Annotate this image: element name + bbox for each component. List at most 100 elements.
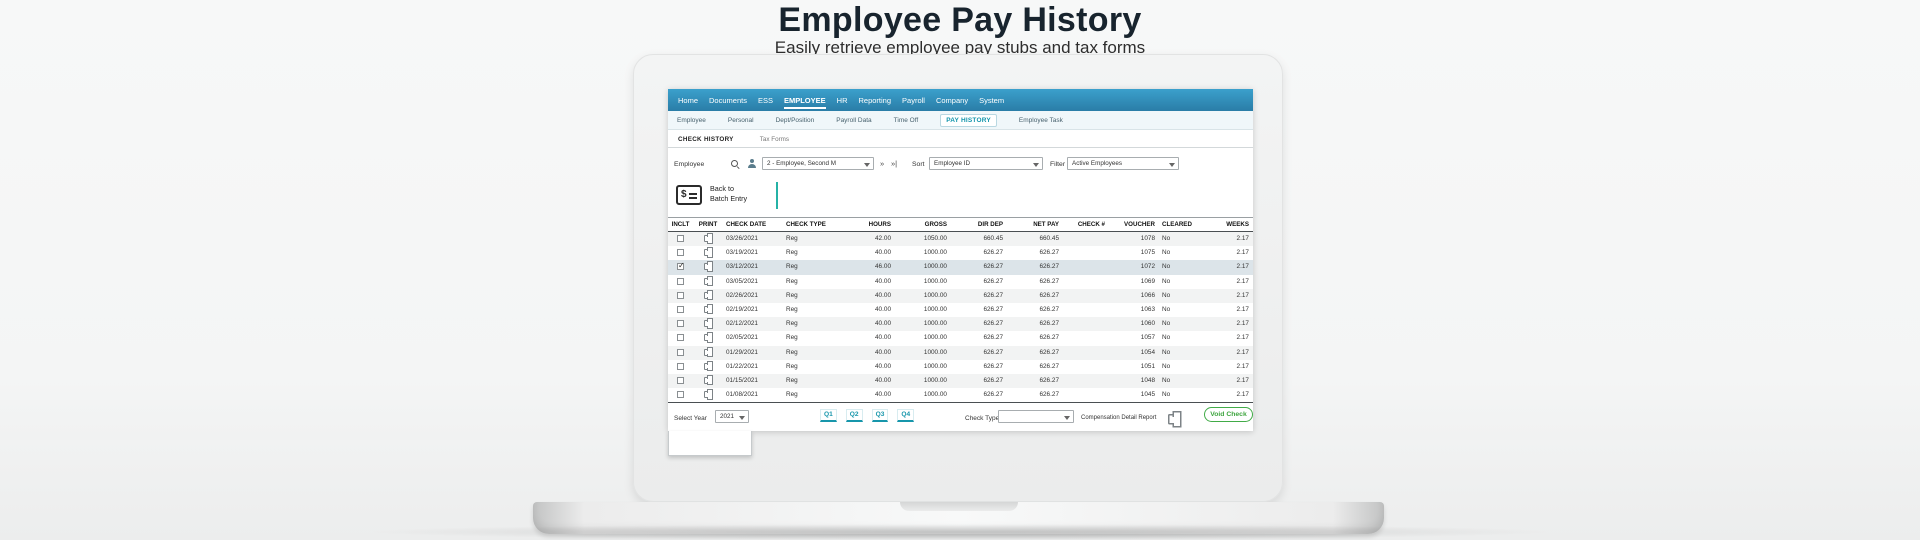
column-header-weeks[interactable]: WEEKS xyxy=(1203,218,1253,232)
cell-voucher: 1054 xyxy=(1109,346,1159,360)
employee-lookup-icon[interactable] xyxy=(747,159,756,169)
nav-item-system[interactable]: System xyxy=(979,96,1004,105)
cell-check-type: Reg xyxy=(783,275,845,289)
cell-gross: 1000.00 xyxy=(895,275,951,289)
cell-check-no xyxy=(1063,303,1109,317)
print-cell xyxy=(693,331,723,345)
include-checkbox[interactable] xyxy=(677,334,684,341)
cell-net-pay: 626.27 xyxy=(1007,275,1063,289)
table-row[interactable]: 03/12/2021Reg46.001000.00626.27626.27107… xyxy=(668,260,1253,274)
quarter-link-q3[interactable]: Q3 xyxy=(872,409,889,422)
subtab-check-history[interactable]: CHECK HISTORY xyxy=(678,136,734,143)
tab-employee-task[interactable]: Employee Task xyxy=(1019,117,1063,124)
table-row[interactable]: 01/29/2021Reg40.001000.00626.27626.27105… xyxy=(668,346,1253,360)
nav-item-documents[interactable]: Documents xyxy=(709,96,747,105)
print-icon[interactable] xyxy=(704,334,713,341)
include-checkbox[interactable] xyxy=(677,292,684,299)
cell-cleared: No xyxy=(1159,388,1203,403)
column-header-inclt[interactable]: INCLT xyxy=(668,218,693,232)
include-checkbox[interactable] xyxy=(677,306,684,313)
print-icon[interactable] xyxy=(704,235,713,242)
include-checkbox[interactable] xyxy=(677,363,684,370)
table-row[interactable]: 03/26/2021Reg42.001050.00660.45660.45107… xyxy=(668,232,1253,247)
pay-history-subtab-bar: CHECK HISTORY Tax Forms xyxy=(668,131,1253,148)
table-row[interactable]: 03/19/2021Reg40.001000.00626.27626.27107… xyxy=(668,246,1253,260)
include-checkbox[interactable] xyxy=(677,320,684,327)
print-cell xyxy=(693,360,723,374)
include-checkbox[interactable] xyxy=(677,391,684,398)
cell-gross: 1000.00 xyxy=(895,303,951,317)
include-checkbox[interactable] xyxy=(677,249,684,256)
table-row[interactable]: 02/12/2021Reg40.001000.00626.27626.27106… xyxy=(668,317,1253,331)
include-cell xyxy=(668,232,693,247)
column-header-print[interactable]: PRINT xyxy=(693,218,723,232)
sort-select-value: Employee ID xyxy=(934,160,970,167)
sort-select[interactable]: Employee ID xyxy=(929,157,1043,170)
column-header-cleared[interactable]: CLEARED xyxy=(1159,218,1203,232)
print-icon[interactable] xyxy=(704,292,713,299)
tab-time-off[interactable]: Time Off xyxy=(894,117,919,124)
year-select[interactable]: 2021 xyxy=(715,410,749,423)
column-header-hours[interactable]: HOURS xyxy=(845,218,895,232)
include-checkbox[interactable] xyxy=(677,377,684,384)
tab-dept-position[interactable]: Dept/Position xyxy=(776,117,815,124)
filter-select[interactable]: Active Employees xyxy=(1067,157,1179,170)
nav-item-company[interactable]: Company xyxy=(936,96,968,105)
print-icon[interactable] xyxy=(704,278,713,285)
print-icon[interactable] xyxy=(704,320,713,327)
report-print-icon[interactable] xyxy=(1167,410,1183,424)
last-employee-icon[interactable]: »| xyxy=(891,160,897,168)
column-header-net-pay[interactable]: NET PAY xyxy=(1007,218,1063,232)
next-employee-icon[interactable]: » xyxy=(880,160,884,168)
cell-dir-dep: 626.27 xyxy=(951,289,1007,303)
nav-item-reporting[interactable]: Reporting xyxy=(859,96,892,105)
table-row[interactable]: 01/22/2021Reg40.001000.00626.27626.27105… xyxy=(668,360,1253,374)
column-header-check-type[interactable]: CHECK TYPE xyxy=(783,218,845,232)
include-checkbox[interactable] xyxy=(677,263,684,270)
table-row[interactable]: 02/19/2021Reg40.001000.00626.27626.27106… xyxy=(668,303,1253,317)
table-row[interactable]: 01/08/2021Reg40.001000.00626.27626.27104… xyxy=(668,388,1253,403)
nav-item-home[interactable]: Home xyxy=(678,96,698,105)
tab-pay-history[interactable]: PAY HISTORY xyxy=(940,114,997,127)
nav-item-ess[interactable]: ESS xyxy=(758,96,773,105)
nav-item-hr[interactable]: HR xyxy=(837,96,848,105)
cell-check-no xyxy=(1063,360,1109,374)
print-icon[interactable] xyxy=(704,391,713,398)
subtab-tax-forms[interactable]: Tax Forms xyxy=(760,136,789,143)
column-header-voucher[interactable]: VOUCHER xyxy=(1109,218,1159,232)
void-check-button[interactable]: Void Check xyxy=(1204,407,1253,422)
cell-check-type: Reg xyxy=(783,388,845,403)
table-row[interactable]: 02/05/2021Reg40.001000.00626.27626.27105… xyxy=(668,331,1253,345)
include-checkbox[interactable] xyxy=(677,278,684,285)
include-checkbox[interactable] xyxy=(677,349,684,356)
table-row[interactable]: 02/26/2021Reg40.001000.00626.27626.27106… xyxy=(668,289,1253,303)
cell-dir-dep: 626.27 xyxy=(951,317,1007,331)
print-icon[interactable] xyxy=(704,363,713,370)
tab-payroll-data[interactable]: Payroll Data xyxy=(836,117,871,124)
include-checkbox[interactable] xyxy=(677,235,684,242)
print-icon[interactable] xyxy=(704,377,713,384)
back-to-batch-entry-button[interactable]: Back to Batch Entry xyxy=(710,184,747,203)
tab-employee[interactable]: Employee xyxy=(677,117,706,124)
quarter-link-q2[interactable]: Q2 xyxy=(846,409,863,422)
print-icon[interactable] xyxy=(704,263,713,270)
print-icon[interactable] xyxy=(704,249,713,256)
table-row[interactable]: 01/15/2021Reg40.001000.00626.27626.27104… xyxy=(668,374,1253,388)
print-icon[interactable] xyxy=(704,306,713,313)
nav-item-payroll[interactable]: Payroll xyxy=(902,96,925,105)
cell-voucher: 1075 xyxy=(1109,246,1159,260)
tab-personal[interactable]: Personal xyxy=(728,117,754,124)
table-row[interactable]: 03/05/2021Reg40.001000.00626.27626.27106… xyxy=(668,275,1253,289)
nav-item-employee[interactable]: EMPLOYEE xyxy=(784,96,826,105)
column-header-dir-dep[interactable]: DIR DEP xyxy=(951,218,1007,232)
check-type-select[interactable] xyxy=(998,410,1074,423)
quarter-link-q4[interactable]: Q4 xyxy=(897,409,914,422)
column-header-check[interactable]: CHECK # xyxy=(1063,218,1109,232)
column-header-check-date[interactable]: CHECK DATE xyxy=(723,218,783,232)
print-icon[interactable] xyxy=(704,349,713,356)
column-header-gross[interactable]: GROSS xyxy=(895,218,951,232)
quarter-link-q1[interactable]: Q1 xyxy=(820,409,837,422)
search-icon[interactable] xyxy=(731,160,740,169)
cell-net-pay: 626.27 xyxy=(1007,331,1063,345)
employee-select[interactable]: 2 - Employee, Second M xyxy=(762,157,874,170)
